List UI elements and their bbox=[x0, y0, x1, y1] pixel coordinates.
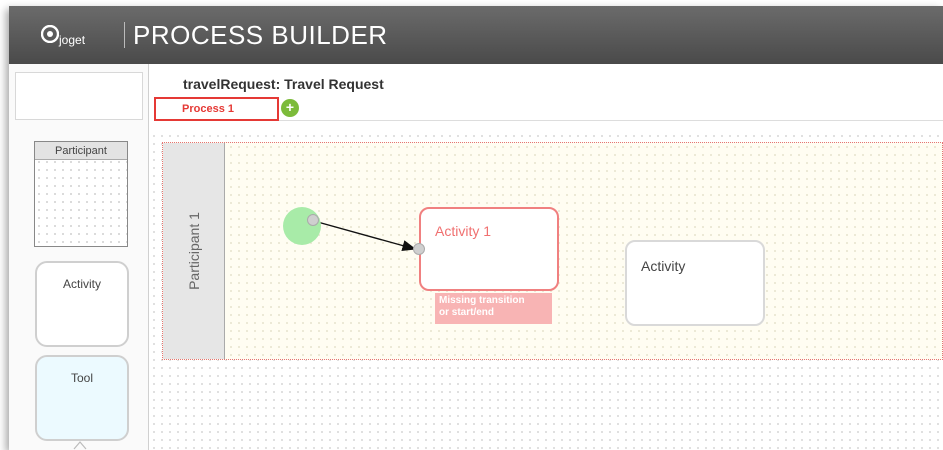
participant-pool[interactable]: Participant 1 Activity 1 Missing transit… bbox=[162, 142, 943, 360]
activity-1-node[interactable]: Activity 1 bbox=[419, 207, 559, 291]
warning-line-1: Missing transition bbox=[439, 295, 525, 306]
validation-warning: Missing transition or start/end bbox=[435, 293, 552, 324]
palette-tool-label: Tool bbox=[70, 371, 93, 385]
process-builder-window: joget PROCESS BUILDER Participant Activi… bbox=[9, 6, 943, 450]
tab-divider bbox=[279, 120, 943, 121]
logo-text: joget bbox=[59, 33, 86, 47]
builder-main: travelRequest: Travel Request Process 1 … bbox=[150, 64, 943, 450]
palette-header-box bbox=[15, 72, 143, 120]
add-process-button[interactable]: + bbox=[281, 99, 299, 117]
palette-participant-label: Participant bbox=[35, 142, 127, 160]
activity-1-label: Activity 1 bbox=[435, 223, 492, 239]
header-divider bbox=[124, 22, 125, 48]
element-palette: Participant Activity Tool bbox=[9, 64, 149, 450]
palette-tool[interactable]: Tool bbox=[35, 355, 129, 441]
lane-label: Participant 1 bbox=[186, 212, 202, 290]
tab-label: Process 1 bbox=[182, 103, 234, 115]
process-title: travelRequest: Travel Request bbox=[183, 76, 384, 92]
palette-participant[interactable]: Participant bbox=[34, 141, 128, 247]
activity-1-connector-handle[interactable] bbox=[413, 243, 425, 255]
chevron-up-icon[interactable] bbox=[73, 440, 87, 450]
joget-logo-icon bbox=[41, 25, 59, 43]
start-node[interactable] bbox=[283, 207, 321, 245]
start-connector-handle[interactable] bbox=[307, 214, 319, 226]
header-bar: joget PROCESS BUILDER bbox=[9, 6, 943, 64]
palette-activity[interactable]: Activity bbox=[35, 261, 129, 347]
activity-2-node[interactable]: Activity bbox=[625, 240, 765, 326]
page-title: PROCESS BUILDER bbox=[133, 20, 388, 50]
palette-activity-label: Activity bbox=[62, 277, 101, 291]
process-canvas[interactable]: Participant 1 Activity 1 Missing transit… bbox=[150, 132, 943, 450]
lane-header[interactable]: Participant 1 bbox=[163, 143, 225, 359]
tab-process-1[interactable]: Process 1 bbox=[154, 97, 279, 121]
warning-line-2: or start/end bbox=[439, 307, 495, 318]
activity-2-label: Activity bbox=[641, 258, 686, 274]
joget-logo[interactable]: joget bbox=[41, 23, 131, 51]
